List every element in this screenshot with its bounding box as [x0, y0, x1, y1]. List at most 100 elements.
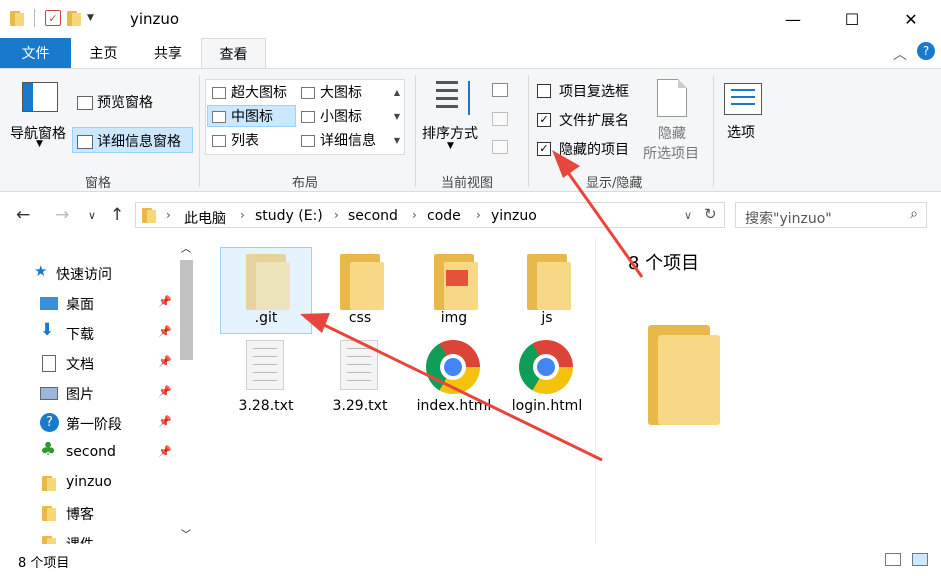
hide-selected-label-1[interactable]: 隐藏: [658, 123, 686, 143]
chevron-down-icon[interactable]: ▼: [36, 139, 43, 149]
file-extensions-checkbox[interactable]: ✓: [537, 113, 551, 127]
sidebar-item-yinzuo[interactable]: yinzuo: [0, 468, 175, 498]
tab-view[interactable]: 查看: [201, 38, 266, 69]
item-checkboxes-checkbox[interactable]: [537, 84, 551, 98]
layout-scroll-arrows[interactable]: ▲ ▼ ▼: [391, 81, 403, 153]
hide-selected-icon[interactable]: [657, 79, 687, 117]
help-icon[interactable]: ?: [917, 42, 935, 60]
options-icon[interactable]: [724, 83, 762, 115]
search-icon[interactable]: ⌕: [910, 206, 918, 222]
large-icons-view-icon[interactable]: [912, 553, 928, 566]
new-folder-icon[interactable]: [67, 10, 81, 26]
hide-selected-label-2[interactable]: 所选项目: [643, 143, 699, 163]
forward-icon[interactable]: →: [55, 205, 69, 225]
file-item[interactable]: css: [314, 252, 406, 332]
scroll-down-icon[interactable]: ﹀: [181, 526, 191, 541]
customize-toolbar-icon[interactable]: ▼: [87, 13, 94, 23]
group-divider: [415, 75, 416, 187]
group-divider: [713, 75, 714, 187]
layout-extra-large-icons[interactable]: 超大图标: [212, 82, 287, 102]
help-icon: ?: [40, 413, 59, 432]
details-view-icon[interactable]: [885, 553, 901, 566]
properties-icon[interactable]: ✓: [45, 10, 61, 26]
layout-medium-icons[interactable]: 中图标: [212, 106, 273, 126]
pin-icon[interactable]: 📌: [158, 295, 172, 308]
collapse-ribbon-icon[interactable]: ︿: [893, 44, 907, 64]
text-file-icon: [246, 340, 284, 390]
sidebar-item-desktop[interactable]: 桌面 📌: [0, 288, 175, 318]
search-placeholder: 搜索"yinzuo": [745, 211, 832, 227]
sidebar-item-blog[interactable]: 博客: [0, 498, 175, 528]
breadcrumb-second[interactable]: second: [348, 208, 398, 224]
details-pane-button[interactable]: 详细信息窗格: [77, 131, 181, 151]
navigation-pane-icon[interactable]: [22, 82, 58, 112]
item-checkboxes-label[interactable]: 项目复选框: [559, 81, 629, 101]
tab-file[interactable]: 文件: [0, 38, 71, 68]
close-button[interactable]: ✕: [881, 0, 941, 38]
breadcrumb-separator[interactable]: ›: [166, 208, 171, 222]
pane-group-label: 窗格: [85, 176, 112, 191]
sidebar-item-downloads[interactable]: ⬇ 下载 📌: [0, 318, 175, 348]
breadcrumb-this-pc[interactable]: 此电脑: [184, 208, 226, 228]
layout-list[interactable]: 列表: [212, 130, 259, 150]
hidden-items-label[interactable]: 隐藏的项目: [559, 139, 629, 159]
layout-large-icons[interactable]: 大图标: [301, 82, 362, 102]
pin-icon[interactable]: 📌: [158, 325, 172, 338]
chevron-down-icon[interactable]: ∨: [684, 209, 692, 222]
title-bar: ✓ ▼ yinzuo — ☐ ✕: [0, 0, 941, 38]
breadcrumb-separator[interactable]: ›: [334, 208, 339, 222]
breadcrumb-separator[interactable]: ›: [476, 208, 481, 222]
sidebar-item-quick-access[interactable]: ★ 快速访问: [0, 258, 175, 288]
sidebar-item-second[interactable]: ♣ second 📌: [0, 438, 175, 468]
breadcrumb-separator[interactable]: ›: [412, 208, 417, 222]
breadcrumb-code[interactable]: code: [427, 208, 461, 224]
file-item[interactable]: js: [501, 252, 593, 332]
recent-locations-icon[interactable]: ∨: [88, 209, 96, 222]
options-button[interactable]: 选项: [727, 122, 755, 142]
group-by-icon[interactable]: [492, 83, 508, 97]
minimize-button[interactable]: —: [763, 0, 823, 38]
file-item[interactable]: .git: [220, 252, 312, 332]
address-bar[interactable]: › 此电脑 › study (E:) › second › code › yin…: [135, 202, 725, 228]
file-item[interactable]: login.html: [501, 340, 593, 420]
tab-home[interactable]: 主页: [71, 38, 136, 68]
sidebar-item-documents[interactable]: 文档 📌: [0, 348, 175, 378]
medium-icons-icon: [212, 111, 226, 123]
scroll-up-icon[interactable]: ︿: [181, 240, 191, 255]
up-icon[interactable]: ↑: [110, 205, 124, 225]
back-icon[interactable]: ←: [16, 205, 30, 225]
layout-small-icons[interactable]: 小图标: [301, 106, 362, 126]
layout-details[interactable]: 详细信息: [301, 130, 376, 150]
breadcrumb-yinzuo[interactable]: yinzuo: [491, 208, 537, 224]
sidebar-scroll-thumb[interactable]: [180, 260, 193, 360]
tree-icon: ♣: [40, 439, 57, 460]
preview-pane-icon: [77, 96, 93, 110]
preview-pane-button[interactable]: 预览窗格: [77, 92, 153, 112]
sidebar-item-pictures[interactable]: 图片 📌: [0, 378, 175, 408]
breadcrumb-drive[interactable]: study (E:): [255, 208, 323, 224]
file-item[interactable]: 3.28.txt: [220, 340, 312, 420]
search-input[interactable]: 搜索"yinzuo" ⌕: [735, 202, 927, 228]
sort-icon[interactable]: [436, 81, 470, 117]
file-item[interactable]: index.html: [408, 340, 500, 420]
refresh-icon[interactable]: ↻: [704, 205, 717, 223]
pin-icon[interactable]: 📌: [158, 415, 172, 428]
size-columns-icon[interactable]: [492, 140, 508, 154]
file-item[interactable]: img: [408, 252, 500, 332]
tab-share[interactable]: 共享: [136, 38, 200, 68]
preview-item-count: 8 个项目: [628, 253, 700, 274]
pin-icon[interactable]: 📌: [158, 355, 172, 368]
sidebar-item-courseware[interactable]: 课件: [0, 528, 175, 544]
sidebar-item-stage-one[interactable]: ? 第一阶段 📌: [0, 408, 175, 438]
sort-by-button[interactable]: 排序方式: [422, 123, 478, 143]
add-columns-icon[interactable]: [492, 112, 508, 126]
file-extensions-label[interactable]: 文件扩展名: [559, 110, 629, 130]
folder-icon: [42, 505, 60, 521]
hidden-items-checkbox[interactable]: ✓: [537, 142, 551, 156]
file-item[interactable]: 3.29.txt: [314, 340, 406, 420]
pin-icon[interactable]: 📌: [158, 445, 172, 458]
maximize-button[interactable]: ☐: [822, 0, 882, 38]
breadcrumb-separator[interactable]: ›: [240, 208, 245, 222]
chevron-down-icon[interactable]: ▼: [447, 141, 454, 151]
pin-icon[interactable]: 📌: [158, 385, 172, 398]
